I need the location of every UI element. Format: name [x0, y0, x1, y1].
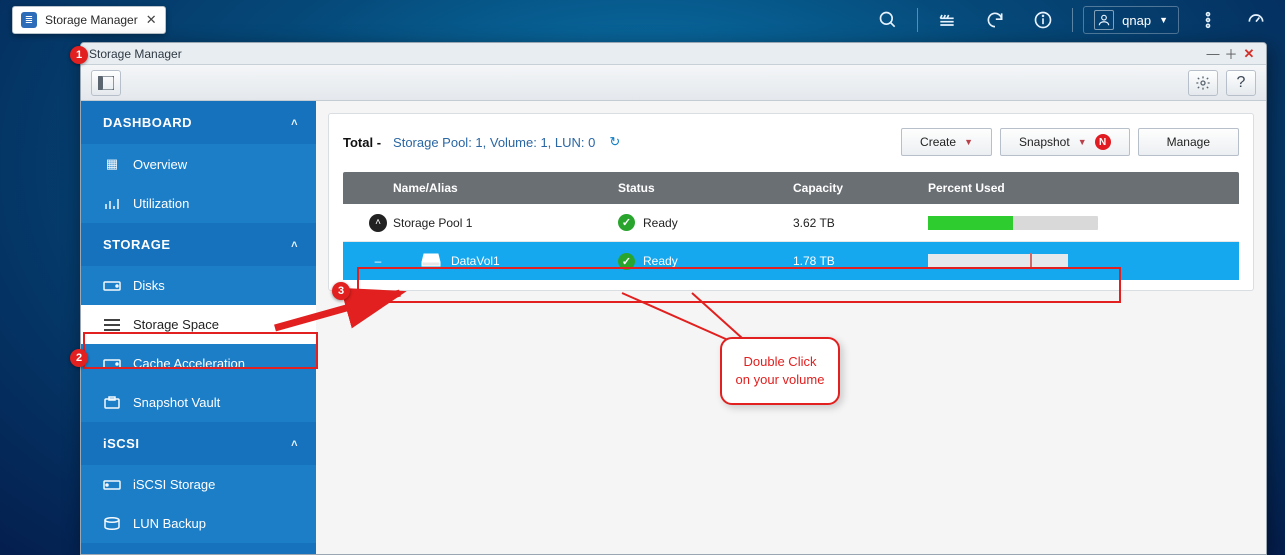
search-icon[interactable]	[869, 0, 907, 40]
chevron-up-icon: ˄	[291, 438, 298, 450]
storage-panel: Total - Storage Pool: 1, Volume: 1, LUN:…	[328, 113, 1254, 291]
sidebar-item-disks[interactable]: Disks	[81, 266, 316, 305]
backup-icon[interactable]	[928, 0, 966, 40]
overview-icon: ▦	[103, 156, 121, 172]
minimize-button[interactable]: —	[1204, 46, 1222, 61]
sidebar-item-overview[interactable]: ▦ Overview	[81, 144, 316, 184]
system-tray: qnap ▼	[869, 0, 1275, 40]
row-status: Ready	[643, 254, 678, 268]
window-titlebar[interactable]: Storage Manager — ＋ ✕	[81, 43, 1266, 65]
row-name: DataVol1	[451, 254, 500, 268]
sidebar-item-iscsi-storage[interactable]: iSCSI Storage	[81, 465, 316, 504]
window: Storage Manager — ＋ ✕ ? DASHBOARD ˄ ▦ Ov…	[80, 42, 1267, 555]
manage-button[interactable]: Manage	[1138, 128, 1239, 156]
taskbar-tab[interactable]: ≣ Storage Manager ✕	[12, 6, 166, 34]
sidebar-item-snapshot-vault[interactable]: Snapshot Vault	[81, 383, 316, 422]
close-button[interactable]: ✕	[1240, 46, 1258, 62]
chevron-down-icon: ▼	[964, 137, 973, 147]
sidebar-section-virtual-disk[interactable]: VIRTUAL DISK ˄	[81, 543, 316, 554]
table-row-volume[interactable]: – DataVol1 ✓ Ready 1.78 TB	[343, 242, 1239, 280]
window-title: Storage Manager	[89, 47, 182, 61]
sidebar: DASHBOARD ˄ ▦ Overview Utilization STORA…	[81, 101, 316, 554]
collapse-icon[interactable]: ˄	[363, 214, 393, 232]
sidebar-item-lun-backup[interactable]: LUN Backup	[81, 504, 316, 543]
iscsi-icon	[103, 479, 121, 491]
col-capacity: Capacity	[793, 181, 928, 195]
col-name: Name/Alias	[393, 181, 618, 195]
sidebar-item-utilization[interactable]: Utilization	[81, 184, 316, 223]
username: qnap	[1122, 13, 1151, 28]
settings-button[interactable]	[1188, 70, 1218, 96]
annotation-marker-1: 1	[70, 46, 88, 64]
snapshot-button[interactable]: Snapshot ▼ N	[1000, 128, 1130, 156]
row-capacity: 1.78 TB	[793, 254, 928, 268]
window-toolbar: ?	[81, 65, 1266, 101]
user-menu[interactable]: qnap ▼	[1083, 6, 1179, 34]
col-status: Status	[618, 181, 793, 195]
separator	[1072, 8, 1073, 32]
chevron-up-icon: ˄	[291, 117, 298, 129]
refresh-icon[interactable]	[976, 0, 1014, 40]
sidebar-item-storage-space[interactable]: Storage Space	[81, 305, 316, 344]
volume-icon	[421, 252, 441, 271]
create-button[interactable]: Create ▼	[901, 128, 992, 156]
storage-grid: Name/Alias Status Capacity Percent Used …	[343, 172, 1239, 280]
snapshot-vault-icon	[103, 396, 121, 410]
snapshot-badge: N	[1095, 134, 1111, 150]
tree-branch-icon: –	[363, 254, 393, 268]
disk-icon	[103, 280, 121, 292]
sidebar-section-iscsi[interactable]: iSCSI ˄	[81, 422, 316, 465]
sidebar-toggle-button[interactable]	[91, 70, 121, 96]
chevron-down-icon: ▼	[1159, 15, 1168, 25]
usage-bar	[928, 216, 1098, 230]
annotation-marker-2: 2	[70, 349, 88, 367]
utilization-icon	[103, 197, 121, 211]
close-icon[interactable]: ✕	[146, 12, 157, 28]
info-icon[interactable]	[1024, 0, 1062, 40]
dashboard-icon[interactable]	[1237, 0, 1275, 40]
row-capacity: 3.62 TB	[793, 216, 928, 230]
row-name: Storage Pool 1	[393, 216, 472, 230]
separator	[917, 8, 918, 32]
avatar-icon	[1094, 10, 1114, 30]
total-values: Storage Pool: 1, Volume: 1, LUN: 0	[393, 135, 595, 150]
total-label: Total -	[343, 135, 381, 150]
chevron-up-icon: ˄	[291, 239, 298, 251]
main-content: Total - Storage Pool: 1, Volume: 1, LUN:…	[316, 101, 1266, 554]
table-row-pool[interactable]: ˄ Storage Pool 1 ✓ Ready 3.62 TB	[343, 204, 1239, 242]
status-ok-icon: ✓	[618, 253, 635, 270]
annotation-callout: Double Click on your volume	[720, 337, 840, 405]
usage-bar	[928, 254, 1068, 268]
sidebar-section-storage[interactable]: STORAGE ˄	[81, 223, 316, 266]
grid-header: Name/Alias Status Capacity Percent Used	[343, 172, 1239, 204]
summary-row: Total - Storage Pool: 1, Volume: 1, LUN:…	[343, 128, 1239, 156]
taskbar-tab-title: Storage Manager	[45, 13, 138, 27]
sidebar-section-dashboard[interactable]: DASHBOARD ˄	[81, 101, 316, 144]
col-percent: Percent Used	[928, 181, 1239, 195]
status-ok-icon: ✓	[618, 214, 635, 231]
more-icon[interactable]	[1189, 0, 1227, 40]
lun-backup-icon	[103, 517, 121, 531]
system-bar: ≣ Storage Manager ✕ qnap ▼	[0, 0, 1285, 40]
help-button[interactable]: ?	[1226, 70, 1256, 96]
storage-space-icon	[103, 318, 121, 332]
row-status: Ready	[643, 216, 678, 230]
chevron-down-icon: ▼	[1078, 137, 1087, 147]
annotation-marker-3: 3	[332, 282, 350, 300]
refresh-icon[interactable]: ↻	[609, 134, 620, 150]
sidebar-item-cache-acceleration[interactable]: Cache Acceleration	[81, 344, 316, 383]
maximize-button[interactable]: ＋	[1222, 44, 1240, 63]
cache-icon	[103, 358, 121, 370]
storage-icon: ≣	[21, 12, 37, 28]
